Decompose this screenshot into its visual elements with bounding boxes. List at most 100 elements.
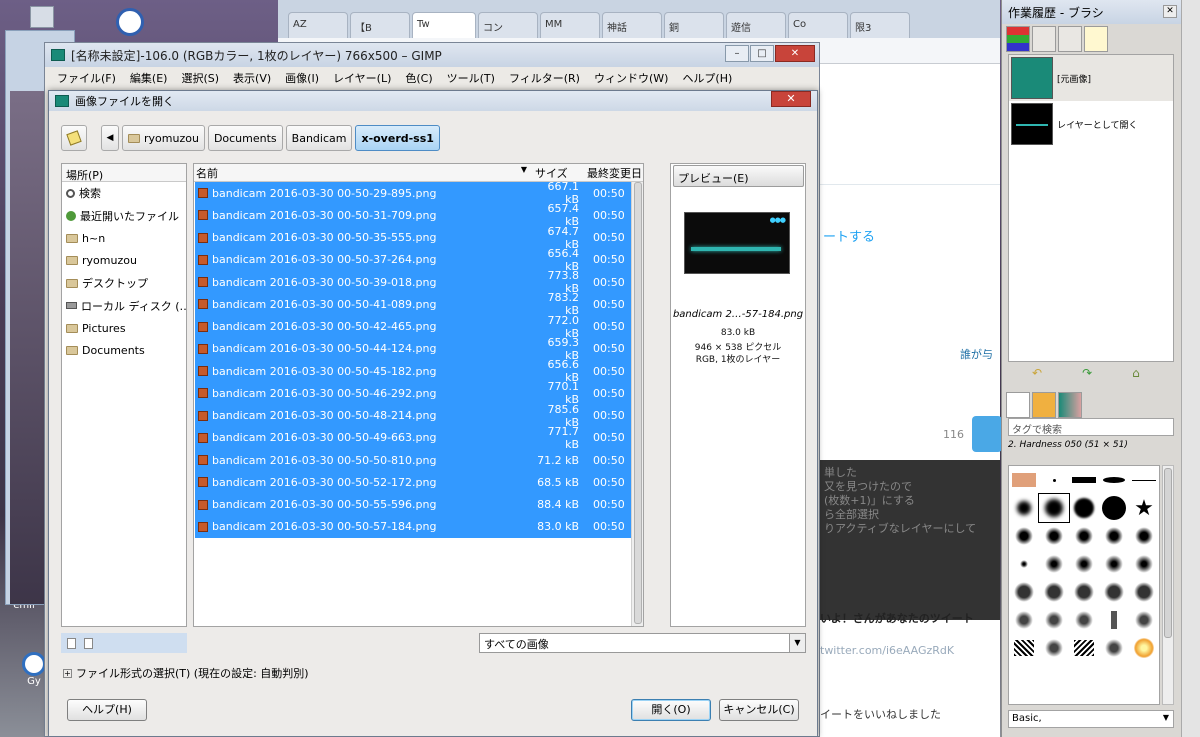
brush-cell[interactable] — [1039, 522, 1069, 550]
menu-filters[interactable]: フィルター(R) — [509, 70, 580, 86]
maximize-button[interactable]: □ — [750, 45, 774, 62]
brush-cell[interactable] — [1099, 606, 1129, 634]
file-row[interactable]: bandicam 2016-03-30 00-50-50-810.png 71.2… — [195, 449, 643, 472]
brush-cell[interactable] — [1009, 550, 1039, 578]
file-row[interactable]: bandicam 2016-03-30 00-50-35-555.png 674.… — [195, 225, 643, 251]
brush-cell[interactable] — [1069, 634, 1099, 662]
file-row[interactable]: bandicam 2016-03-30 00-50-46-292.png 770.… — [195, 380, 643, 406]
feed-notification[interactable]: いよ！さんがあなたのツイート — [820, 610, 974, 626]
column-name[interactable]: 名前 ▼ — [194, 165, 531, 181]
brush-cell[interactable] — [1039, 550, 1069, 578]
preview-button[interactable]: プレビュー(E) — [673, 165, 804, 187]
dock-title-bar[interactable]: 作業履歴 - ブラシ ✕ — [1002, 0, 1181, 24]
scrollbar-thumb[interactable] — [1164, 468, 1172, 638]
file-row[interactable]: bandicam 2016-03-30 00-50-31-709.png 657.… — [195, 202, 643, 228]
brush-cell[interactable] — [1099, 578, 1129, 606]
brush-cell[interactable] — [1099, 634, 1129, 662]
file-row[interactable]: bandicam 2016-03-30 00-50-42-465.png 772.… — [195, 314, 643, 340]
brush-tag-search[interactable]: タグで検索 — [1008, 418, 1174, 436]
redo-icon[interactable]: ↷ — [1082, 366, 1092, 380]
file-row[interactable]: bandicam 2016-03-30 00-50-37-264.png 656.… — [195, 247, 643, 273]
brush-cell[interactable] — [1129, 634, 1159, 662]
place-desktop[interactable]: デスクトップ — [62, 272, 186, 295]
browser-tab-active[interactable]: Tw — [412, 12, 476, 38]
file-list-scrollbar[interactable] — [631, 182, 643, 626]
brush-cell[interactable] — [1069, 522, 1099, 550]
browser-tab[interactable]: 銅 — [664, 12, 724, 38]
menu-windows[interactable]: ウィンドウ(W) — [594, 70, 668, 86]
menu-edit[interactable]: 編集(E) — [130, 70, 168, 86]
close-icon[interactable]: ✕ — [1163, 5, 1177, 18]
menu-layer[interactable]: レイヤー(L) — [333, 70, 391, 86]
menu-colors[interactable]: 色(C) — [405, 70, 432, 86]
undo-tab-icon[interactable] — [1084, 26, 1108, 52]
brush-cell-selected[interactable] — [1038, 493, 1070, 523]
pattern-tab-icon[interactable] — [1032, 392, 1056, 418]
menu-help[interactable]: ヘルプ(H) — [682, 70, 732, 86]
place-documents[interactable]: Documents — [62, 340, 186, 363]
browser-tab[interactable]: コン — [478, 12, 538, 38]
tweet-action-button[interactable] — [972, 416, 1002, 452]
path-back-button[interactable]: ◀ — [101, 125, 119, 151]
clear-history-icon[interactable]: ⌂ — [1132, 366, 1140, 380]
menu-tools[interactable]: ツール(T) — [447, 70, 495, 86]
brush-cell[interactable] — [1039, 606, 1069, 634]
gimp-title-bar[interactable]: [名称未設定]-106.0 (RGBカラー, 1枚のレイヤー) 766x500 … — [45, 43, 819, 67]
brush-cell[interactable] — [1039, 578, 1069, 606]
column-date[interactable]: 最終変更日 — [583, 165, 643, 181]
feed-link[interactable]: twitter.com/i6eAAGzRdK — [820, 644, 954, 657]
brush-cell[interactable] — [1129, 522, 1159, 550]
brush-cell[interactable] — [1039, 634, 1069, 662]
remove-bookmark-icon[interactable] — [84, 637, 93, 649]
brush-cell[interactable] — [1069, 606, 1099, 634]
who-to-follow[interactable]: 誰が与 — [960, 346, 993, 362]
column-size[interactable]: サイズ — [531, 165, 583, 181]
brush-set-select[interactable]: Basic, ▼ — [1008, 710, 1174, 728]
open-button[interactable]: 開く(O) — [631, 699, 711, 721]
file-row[interactable]: bandicam 2016-03-30 00-50-48-214.png 785.… — [195, 403, 643, 429]
brush-cell[interactable] — [1009, 494, 1039, 522]
place-ryomuzou[interactable]: ryomuzou — [62, 250, 186, 273]
brush-cell[interactable] — [1039, 466, 1069, 494]
brush-scrollbar[interactable] — [1162, 465, 1174, 705]
brush-cell[interactable] — [1099, 466, 1129, 494]
edit-location-button[interactable] — [61, 125, 87, 151]
file-type-expander[interactable]: + ファイル形式の選択(T) (現在の設定: 自動判別) — [63, 665, 309, 681]
brush-cell[interactable] — [1009, 578, 1039, 606]
browser-tab[interactable]: 【B — [350, 12, 410, 38]
menu-select[interactable]: 選択(S) — [181, 70, 219, 86]
menu-image[interactable]: 画像(I) — [285, 70, 319, 86]
file-filter-select[interactable]: すべての画像 ▼ — [479, 633, 806, 653]
path-segment-current[interactable]: x-overd-ss1 — [355, 125, 440, 151]
brush-cell[interactable] — [1129, 550, 1159, 578]
desktop-icon-app[interactable] — [110, 8, 150, 36]
brush-cell[interactable] — [1129, 606, 1159, 634]
brush-cell[interactable] — [1009, 466, 1039, 494]
menu-file[interactable]: ファイル(F) — [57, 70, 116, 86]
brush-cell[interactable] — [1099, 522, 1129, 550]
brush-tab-icon[interactable] — [1006, 392, 1030, 418]
browser-tab[interactable]: MM — [540, 12, 600, 38]
place-pictures[interactable]: Pictures — [62, 317, 186, 340]
history-item[interactable]: レイヤーとして開く — [1009, 101, 1173, 147]
brush-cell[interactable] — [1069, 494, 1099, 522]
gradient-tab-icon[interactable] — [1058, 392, 1082, 418]
cancel-button[interactable]: キャンセル(C) — [719, 699, 799, 721]
brush-cell[interactable] — [1009, 606, 1039, 634]
file-row[interactable]: bandicam 2016-03-30 00-50-29-895.png 667.… — [195, 180, 643, 206]
browser-tab[interactable]: 限3 — [850, 12, 910, 38]
close-button[interactable]: ✕ — [775, 45, 815, 62]
brush-cell[interactable] — [1009, 522, 1039, 550]
help-button[interactable]: ヘルプ(H) — [67, 699, 147, 721]
minimize-button[interactable]: – — [725, 45, 749, 62]
layers-tab-icon[interactable] — [1006, 26, 1030, 52]
path-segment-bandicam[interactable]: Bandicam — [285, 125, 353, 151]
file-row[interactable]: bandicam 2016-03-30 00-50-44-124.png 659.… — [195, 336, 643, 362]
browser-tab[interactable]: 神話 — [602, 12, 662, 38]
brush-cell[interactable]: ★ — [1129, 494, 1159, 522]
undo-icon[interactable]: ↶ — [1032, 366, 1042, 380]
path-segment-ryomuzou[interactable]: ryomuzou — [122, 125, 205, 151]
file-row[interactable]: bandicam 2016-03-30 00-50-41-089.png 783.… — [195, 291, 643, 317]
file-row[interactable]: bandicam 2016-03-30 00-50-49-663.png 771.… — [195, 425, 643, 451]
history-item[interactable]: [元画像] — [1009, 55, 1173, 101]
